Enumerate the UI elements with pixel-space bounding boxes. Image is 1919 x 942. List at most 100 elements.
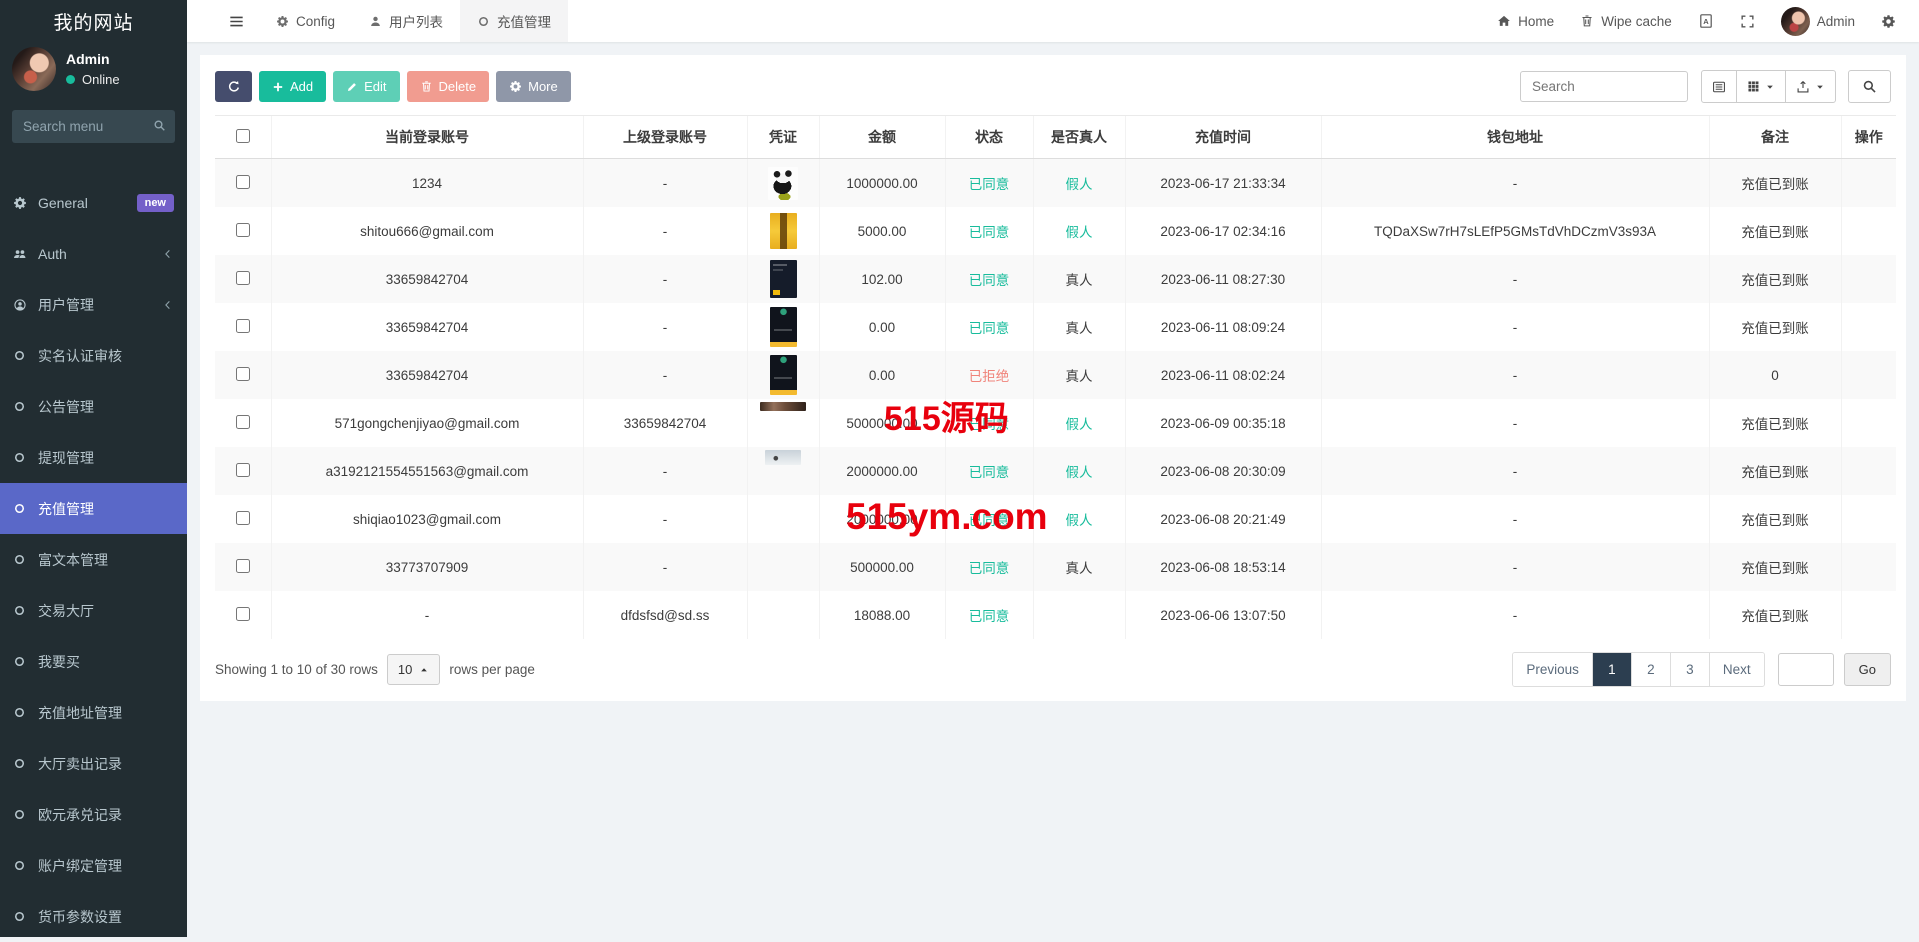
dark-wallet-image[interactable] bbox=[769, 307, 797, 347]
row-checkbox[interactable] bbox=[235, 366, 250, 381]
row-checkbox[interactable] bbox=[235, 174, 250, 189]
circle-icon bbox=[13, 553, 35, 566]
row-checkbox[interactable] bbox=[235, 414, 250, 429]
gold-card-image[interactable] bbox=[769, 213, 797, 249]
cell-remark: 充值已到账 bbox=[1708, 495, 1841, 543]
gear-icon bbox=[276, 15, 289, 28]
sidebar-item-label: 充值地址管理 bbox=[38, 704, 122, 721]
add-button[interactable]: Add bbox=[259, 71, 327, 102]
settings-button[interactable] bbox=[1868, 0, 1909, 42]
sidebar-item-实名认证审核[interactable]: 实名认证审核 bbox=[0, 330, 187, 381]
edit-button[interactable]: Edit bbox=[333, 71, 400, 102]
sidebar-item-General[interactable]: General new bbox=[0, 177, 187, 228]
cell-amount: 0.00 bbox=[818, 351, 945, 399]
menu-toggle-icon[interactable] bbox=[213, 0, 259, 42]
sidebar-item-账户绑定管理[interactable]: 账户绑定管理 bbox=[0, 840, 187, 891]
cell-wallet: - bbox=[1320, 591, 1709, 639]
cell-status: 已同意 bbox=[944, 207, 1033, 255]
cell-operate bbox=[1840, 495, 1896, 543]
row-checkbox[interactable] bbox=[235, 318, 250, 333]
content-panel: Add Edit Delete More Search 当前登录账号 上级登录账… bbox=[200, 55, 1906, 701]
row-checkbox[interactable] bbox=[235, 510, 250, 525]
admin-menu[interactable]: Admin bbox=[1768, 0, 1868, 42]
refresh-icon bbox=[227, 80, 241, 94]
page-button-3[interactable]: 3 bbox=[1669, 653, 1709, 686]
dark-wallet-image[interactable] bbox=[769, 355, 797, 395]
sidebar-item-大厅卖出记录[interactable]: 大厅卖出记录 bbox=[0, 738, 187, 789]
sidebar-item-Auth[interactable]: Auth bbox=[0, 228, 187, 279]
panda-image[interactable] bbox=[768, 166, 798, 200]
sidebar-item-label: 提现管理 bbox=[38, 449, 94, 466]
row-checkbox[interactable] bbox=[235, 558, 250, 573]
gray-thumb-image[interactable] bbox=[765, 450, 801, 465]
trash-icon bbox=[1580, 14, 1594, 28]
wipe-cache-button[interactable]: Wipe cache bbox=[1567, 0, 1685, 42]
select-all-checkbox[interactable] bbox=[235, 128, 250, 143]
tab-Config[interactable]: Config bbox=[259, 0, 352, 42]
sidebar-item-交易大厅[interactable]: 交易大厅 bbox=[0, 585, 187, 636]
gear-icon bbox=[13, 196, 35, 210]
circle-icon bbox=[13, 859, 35, 872]
list-detail-icon bbox=[1712, 80, 1726, 94]
home-button[interactable]: Home bbox=[1484, 0, 1567, 42]
sidebar-item-用户管理[interactable]: 用户管理 bbox=[0, 279, 187, 330]
advanced-search-button[interactable] bbox=[1848, 70, 1891, 103]
go-button[interactable]: Go bbox=[1843, 653, 1891, 686]
page-button-1[interactable]: 1 bbox=[1591, 653, 1631, 686]
table-search-input[interactable] bbox=[1520, 71, 1688, 102]
sidebar-item-充值地址管理[interactable]: 充值地址管理 bbox=[0, 687, 187, 738]
cell-voucher bbox=[746, 495, 819, 543]
sidebar-item-我要买[interactable]: 我要买 bbox=[0, 636, 187, 687]
dark-screenshot-image[interactable] bbox=[769, 260, 797, 298]
table-row[interactable]: 1234 - 1000000.00 已同意 假人 2023-06-17 21:3… bbox=[215, 158, 1896, 207]
table-row[interactable]: 571gongchenjiyao@gmail.com 33659842704 5… bbox=[215, 399, 1896, 447]
table-row[interactable]: 33659842704 - 0.00 已同意 真人 2023-06-11 08:… bbox=[215, 303, 1896, 351]
row-checkbox[interactable] bbox=[235, 606, 250, 621]
goto-page-input[interactable] bbox=[1777, 653, 1834, 686]
cell-status: 已同意 bbox=[944, 591, 1033, 639]
table-row[interactable]: - dfdsfsd@sd.ss 18088.00 已同意 2023-06-06 … bbox=[215, 591, 1896, 639]
cell-status: 已同意 bbox=[944, 255, 1033, 303]
cell-amount: 500000.00 bbox=[818, 543, 945, 591]
next-page-button[interactable]: Next bbox=[1708, 653, 1764, 686]
columns-button[interactable] bbox=[1736, 70, 1786, 103]
cell-amount: 2000000.00 bbox=[818, 447, 945, 495]
table-row[interactable]: 33773707909 - 500000.00 已同意 真人 2023-06-0… bbox=[215, 543, 1896, 591]
page-size-dropdown[interactable]: 10 bbox=[386, 654, 441, 685]
page-button-2[interactable]: 2 bbox=[1630, 653, 1670, 686]
table-row[interactable]: shitou666@gmail.com - 5000.00 已同意 假人 202… bbox=[215, 207, 1896, 255]
language-button[interactable]: A bbox=[1685, 0, 1727, 42]
brown-strip-image[interactable] bbox=[760, 402, 806, 411]
table-row[interactable]: a3192121554551563@gmail.com - 2000000.00… bbox=[215, 447, 1896, 495]
admin-label: Admin bbox=[1816, 13, 1855, 29]
table-row[interactable]: 33659842704 - 0.00 已拒绝 真人 2023-06-11 08:… bbox=[215, 351, 1896, 399]
row-checkbox[interactable] bbox=[235, 270, 250, 285]
more-button[interactable]: More bbox=[496, 71, 571, 102]
previous-page-button[interactable]: Previous bbox=[1513, 653, 1592, 686]
table-row[interactable]: 33659842704 - 102.00 已同意 真人 2023-06-11 0… bbox=[215, 255, 1896, 303]
circle-icon bbox=[13, 757, 35, 770]
detail-view-button[interactable] bbox=[1701, 70, 1737, 103]
export-button[interactable] bbox=[1785, 70, 1836, 103]
sidebar-search-input[interactable] bbox=[12, 110, 175, 143]
tab-用户列表[interactable]: 用户列表 bbox=[352, 0, 460, 42]
refresh-button[interactable] bbox=[215, 71, 252, 102]
column-header-备注: 备注 bbox=[1708, 115, 1841, 159]
export-icon bbox=[1796, 80, 1810, 94]
sidebar-item-公告管理[interactable]: 公告管理 bbox=[0, 381, 187, 432]
tab-充值管理[interactable]: 充值管理 bbox=[460, 0, 569, 42]
sidebar-item-提现管理[interactable]: 提现管理 bbox=[0, 432, 187, 483]
cell-voucher bbox=[746, 447, 819, 495]
row-checkbox[interactable] bbox=[235, 222, 250, 237]
sidebar-item-欧元承兑记录[interactable]: 欧元承兑记录 bbox=[0, 789, 187, 840]
sidebar-item-富文本管理[interactable]: 富文本管理 bbox=[0, 534, 187, 585]
delete-button[interactable]: Delete bbox=[406, 71, 490, 102]
cell-status: 已同意 bbox=[944, 399, 1033, 447]
table-row[interactable]: shiqiao1023@gmail.com - 2000000.00 已同意 假… bbox=[215, 495, 1896, 543]
cell-is-real: 假人 bbox=[1032, 447, 1125, 495]
sidebar-item-充值管理[interactable]: 充值管理 bbox=[0, 483, 187, 534]
fullscreen-button[interactable] bbox=[1727, 0, 1768, 42]
row-checkbox[interactable] bbox=[235, 462, 250, 477]
sidebar-item-货币参数设置[interactable]: 货币参数设置 bbox=[0, 891, 187, 942]
cell-operate bbox=[1840, 351, 1896, 399]
